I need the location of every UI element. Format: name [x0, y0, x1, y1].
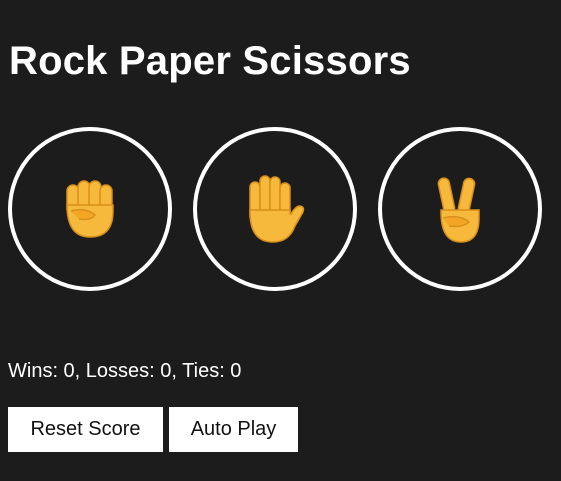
score-text: Wins: 0, Losses: 0, Ties: 0: [8, 360, 242, 382]
move-buttons: [8, 127, 542, 291]
rock-button[interactable]: [8, 127, 172, 291]
page-title: Rock Paper Scissors: [9, 39, 411, 83]
control-buttons: Reset Score Auto Play: [8, 407, 298, 452]
scissors-button[interactable]: [378, 127, 542, 291]
raised-hand-icon: [243, 174, 307, 244]
victory-hand-icon: [433, 174, 487, 244]
reset-score-button[interactable]: Reset Score: [8, 407, 163, 452]
game-page: Rock Paper Scissors Wins: 0, Losses: 0, …: [0, 0, 561, 481]
auto-play-button[interactable]: Auto Play: [169, 407, 298, 452]
paper-button[interactable]: [193, 127, 357, 291]
raised-fist-icon: [61, 177, 119, 241]
